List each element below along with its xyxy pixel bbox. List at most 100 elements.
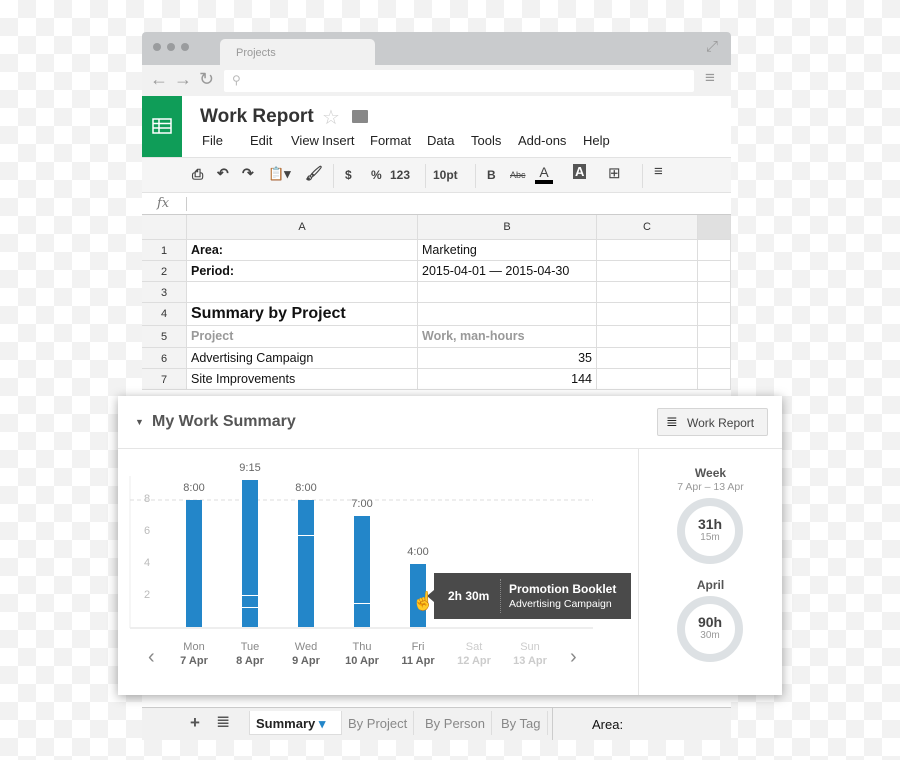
select-all-corner[interactable] [142,215,187,240]
cell-b3[interactable] [418,282,597,303]
clipboard-icon[interactable]: 📋▾ [268,166,291,182]
cell-c5[interactable] [597,326,698,348]
row-header[interactable]: 5 [142,326,187,348]
row-header[interactable]: 7 [142,369,187,390]
day-label: Wed 9 Apr [278,640,334,668]
cell-extra[interactable] [698,326,731,348]
window-dot-icon[interactable] [167,43,175,51]
toolbar: ⎙ ↶ ↷ 📋▾ 🖌 $ % 123 10pt B Abc A A ⊞ ≡ [142,157,731,193]
doc-title[interactable]: Work Report [200,106,314,128]
currency-button[interactable]: $ [345,168,352,182]
folder-icon[interactable] [352,110,368,123]
cell-a4[interactable]: Summary by Project [187,303,418,326]
cell-c6[interactable] [597,348,698,369]
menu-add-ons[interactable]: Add-ons [518,133,566,148]
column-header-b[interactable]: B [418,215,597,240]
bar-segment [242,596,258,607]
sheet-list-icon[interactable]: ≣ [216,712,230,732]
cell-c4[interactable] [597,303,698,326]
sheets-logo[interactable] [142,96,182,157]
redo-icon[interactable]: ↷ [242,165,254,182]
sheet-tab-menu-icon[interactable]: ▾ [315,716,326,731]
cell-c3[interactable] [597,282,698,303]
week-label: Week [694,466,727,480]
paint-format-icon[interactable]: 🖌 [305,165,323,182]
add-sheet-icon[interactable]: + [190,713,200,733]
row-header[interactable]: 4 [142,303,187,326]
row-header[interactable]: 3 [142,282,187,303]
column-header-extra[interactable] [698,215,731,240]
cell-a6[interactable]: Advertising Campaign [187,348,418,369]
sheet-tab-by-tag[interactable]: By Tag [495,711,548,735]
sheet-tab-by-project[interactable]: By Project [342,711,415,735]
forward-icon[interactable]: → [174,69,192,90]
cell-a1[interactable]: Area: [187,240,418,261]
cell-extra[interactable] [698,348,731,369]
cell-b5[interactable]: Work, man-hours [418,326,597,348]
bar-value-label: 4:00 [407,546,429,558]
expand-icon[interactable]: ⤢ [706,38,718,55]
work-report-button[interactable]: ≣ Work Report [657,408,768,436]
search-icon: ⚲ [232,73,241,87]
cell-c7[interactable] [597,369,698,390]
address-bar[interactable]: ⚲ [224,70,694,92]
print-icon[interactable]: ⎙ [192,166,203,183]
menu-file[interactable]: File [202,133,223,148]
bold-button[interactable]: B [487,168,496,182]
cell-extra[interactable] [698,369,731,390]
cell-a3[interactable] [187,282,418,303]
cell-extra[interactable] [698,282,731,303]
browser-tab[interactable]: Projects [220,39,375,65]
cell-extra[interactable] [698,240,731,261]
undo-icon[interactable]: ↶ [217,165,229,182]
menu-view[interactable]: View [291,133,319,148]
bar-segment [354,516,370,568]
row-header[interactable]: 6 [142,348,187,369]
next-week-icon[interactable]: › [570,646,577,669]
column-header-a[interactable]: A [187,215,418,240]
star-icon[interactable]: ☆ [322,105,340,130]
cell-b2[interactable]: 2015-04-01 — 2015-04-30 [418,261,597,282]
font-size-dropdown[interactable]: 10pt [433,168,458,182]
bar-segment [298,536,314,627]
window-dot-icon[interactable] [181,43,189,51]
align-left-icon[interactable]: ≡ [654,163,663,180]
window-dot-icon[interactable] [153,43,161,51]
menu-edit[interactable]: Edit [250,133,272,148]
menu-help[interactable]: Help [583,133,610,148]
prev-week-icon[interactable]: ‹ [148,646,155,669]
formula-bar[interactable]: fx [142,193,731,215]
cell-extra[interactable] [698,261,731,282]
borders-icon[interactable]: ⊞ [608,164,621,182]
text-color-button[interactable]: A [535,164,553,184]
cell-b7[interactable]: 144 [418,369,597,390]
panel-title[interactable]: My Work Summary [152,413,296,431]
row-header[interactable]: 1 [142,240,187,261]
sheet-tab-by-person[interactable]: By Person [419,711,492,735]
row-header[interactable]: 2 [142,261,187,282]
cell-c1[interactable] [597,240,698,261]
number-format-dropdown[interactable]: 123 [390,168,410,182]
fill-color-button[interactable]: A [573,164,587,179]
y-tick-label: 2 [144,589,151,601]
strikethrough-button[interactable]: Abc [510,170,526,180]
cell-b6[interactable]: 35 [418,348,597,369]
sheet-tab-summary[interactable]: Summary ▾ [249,711,342,735]
menu-data[interactable]: Data [427,133,454,148]
menu-format[interactable]: Format [370,133,411,148]
cell-b4[interactable] [418,303,597,326]
menu-icon[interactable]: ≡ [705,68,715,88]
cell-a7[interactable]: Site Improvements [187,369,418,390]
menu-insert[interactable]: Insert [322,133,355,148]
cell-b1[interactable]: Marketing [418,240,597,261]
cell-c2[interactable] [597,261,698,282]
column-header-c[interactable]: C [597,215,698,240]
percent-button[interactable]: % [371,168,382,182]
menu-tools[interactable]: Tools [471,133,501,148]
collapse-caret-icon[interactable]: ▼ [135,417,144,427]
cell-extra[interactable] [698,303,731,326]
cell-a2[interactable]: Period: [187,261,418,282]
cell-a5[interactable]: Project [187,326,418,348]
back-icon[interactable]: ← [150,69,168,90]
reload-icon[interactable]: ↻ [199,69,214,90]
